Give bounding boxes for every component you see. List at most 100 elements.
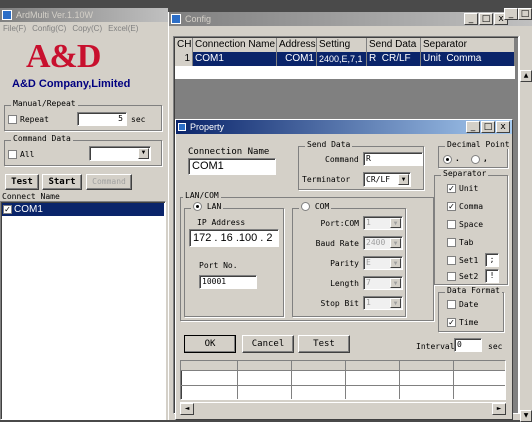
time-checkbox[interactable]: ✓ bbox=[447, 318, 456, 327]
repeat-checkbox[interactable] bbox=[8, 115, 17, 124]
interval-input[interactable]: 0 bbox=[454, 338, 482, 352]
set2-input[interactable]: ! bbox=[485, 269, 499, 283]
preview-col-divider bbox=[237, 361, 238, 399]
chevron-down-icon: ▼ bbox=[138, 148, 149, 159]
connect-name-label: Connect Name bbox=[2, 192, 60, 201]
col-header-connection-name[interactable]: Connection Name bbox=[193, 38, 277, 53]
space-label: Space bbox=[459, 220, 484, 229]
chevron-down-icon: ▼ bbox=[398, 174, 409, 185]
table-row[interactable]: 1 COM1 COM1 2400,E,7,1 R CR/LF Unit Comm… bbox=[175, 52, 515, 67]
connect-name-list[interactable]: ✓ COM1 bbox=[0, 201, 166, 420]
lan-label: LAN bbox=[206, 202, 222, 211]
decimal-dot-label: . bbox=[455, 154, 460, 163]
space-checkbox[interactable] bbox=[447, 220, 456, 229]
minimize-button[interactable]: _ bbox=[464, 13, 478, 25]
scroll-up-icon[interactable]: ▲ bbox=[520, 70, 532, 82]
col-header-ch[interactable]: CH bbox=[175, 38, 193, 53]
set2-checkbox[interactable] bbox=[447, 272, 456, 281]
parity-select[interactable]: E ▼ bbox=[363, 256, 403, 270]
repeat-unit: sec bbox=[131, 115, 146, 124]
terminator-label: Terminator bbox=[302, 175, 351, 184]
port-com-select[interactable]: 1 ▼ bbox=[363, 216, 403, 230]
start-button[interactable]: Start bbox=[42, 174, 82, 190]
maximize-button[interactable]: □ bbox=[481, 121, 495, 133]
logo-mark: A&D bbox=[26, 38, 101, 75]
com-radio[interactable] bbox=[301, 202, 310, 211]
unit-label: Unit bbox=[459, 184, 479, 193]
close-button[interactable]: x bbox=[496, 121, 510, 133]
set1-checkbox[interactable] bbox=[447, 256, 456, 265]
date-checkbox[interactable] bbox=[447, 300, 456, 309]
connect-item-checkbox[interactable]: ✓ bbox=[3, 205, 12, 214]
comma-label: Comma bbox=[459, 202, 484, 211]
cell-setting: 2400,E,7,1 bbox=[317, 52, 367, 67]
preview-col-divider bbox=[399, 361, 400, 399]
set1-label: Set1 bbox=[459, 256, 479, 265]
chevron-down-icon: ▼ bbox=[390, 238, 401, 248]
ok-button[interactable]: OK bbox=[184, 335, 236, 353]
baud-rate-label: Baud Rate bbox=[315, 239, 359, 248]
decimal-point-group: Decimal Point . , bbox=[438, 140, 512, 168]
company-logo: A&D A&D Company,Limited bbox=[12, 38, 162, 94]
length-select[interactable]: 7 ▼ bbox=[363, 276, 403, 290]
scroll-down-icon[interactable]: ▼ bbox=[520, 410, 532, 422]
connect-list-item[interactable]: ✓ COM1 bbox=[2, 203, 164, 216]
menu-copy[interactable]: Copy(C) bbox=[72, 22, 102, 35]
connection-name-input[interactable]: COM1 bbox=[188, 158, 276, 175]
command-select[interactable]: ▼ bbox=[89, 146, 151, 161]
chevron-down-icon: ▼ bbox=[390, 258, 401, 268]
repeat-interval-input[interactable]: 5 bbox=[77, 112, 127, 126]
length-value: 7 bbox=[366, 278, 371, 287]
preview-row-divider bbox=[181, 385, 505, 386]
test-button[interactable]: Test bbox=[298, 335, 350, 353]
separator-label: Separator bbox=[441, 169, 489, 178]
test-button[interactable]: Test bbox=[5, 174, 39, 190]
cancel-button[interactable]: Cancel bbox=[242, 335, 294, 353]
vertical-scrollbar[interactable]: ▲ ▼ bbox=[519, 36, 532, 422]
horizontal-scrollbar[interactable]: ◄ ► bbox=[180, 402, 506, 415]
background-maximize-button[interactable]: □ bbox=[518, 8, 532, 20]
maximize-button[interactable]: □ bbox=[479, 13, 493, 25]
com-group: COM Port:COM 1 ▼ Baud Rate 2400 ▼ Parity E… bbox=[292, 202, 406, 317]
port-no-label: Port No. bbox=[199, 261, 238, 270]
tab-checkbox[interactable] bbox=[447, 238, 456, 247]
chevron-down-icon: ▼ bbox=[390, 218, 401, 228]
time-label: Time bbox=[459, 318, 479, 327]
ip-address-input[interactable]: 172 . 16 .100 . 2 bbox=[189, 229, 279, 247]
cell-connection-name: COM1 bbox=[193, 52, 277, 67]
company-name: A&D Company,Limited bbox=[12, 78, 131, 90]
minimize-button[interactable]: _ bbox=[466, 121, 480, 133]
menu-file[interactable]: File(F) bbox=[3, 22, 26, 35]
main-window-titlebar: ArdMulti Ver.1.10W bbox=[0, 8, 168, 22]
send-data-label: Send Data bbox=[305, 140, 353, 149]
col-header-separator[interactable]: Separator bbox=[421, 38, 515, 53]
command-input[interactable]: R bbox=[363, 152, 423, 166]
col-header-setting[interactable]: Setting bbox=[317, 38, 367, 53]
background-minimize-button[interactable]: _ bbox=[504, 8, 518, 20]
menu-excel[interactable]: Excel(E) bbox=[108, 22, 138, 35]
scroll-right-icon[interactable]: ► bbox=[492, 403, 506, 415]
stop-bit-select[interactable]: 1 ▼ bbox=[363, 296, 403, 310]
port-com-label: Port:COM bbox=[320, 219, 359, 228]
scroll-left-icon[interactable]: ◄ bbox=[180, 403, 194, 415]
comma-checkbox[interactable]: ✓ bbox=[447, 202, 456, 211]
all-checkbox[interactable] bbox=[8, 150, 17, 159]
decimal-dot-radio[interactable] bbox=[443, 155, 452, 164]
set1-input[interactable]: ; bbox=[485, 253, 499, 267]
col-header-send-data[interactable]: Send Data bbox=[367, 38, 421, 53]
interval-unit: sec bbox=[488, 342, 503, 351]
baud-rate-select[interactable]: 2400 ▼ bbox=[363, 236, 403, 250]
command-button[interactable]: Command bbox=[86, 174, 132, 190]
preview-col-divider bbox=[291, 361, 292, 399]
col-header-address[interactable]: Address bbox=[277, 38, 317, 53]
cell-address: COM1 bbox=[277, 52, 317, 67]
lan-radio-legend: LAN bbox=[191, 202, 224, 211]
decimal-comma-radio[interactable] bbox=[471, 155, 480, 164]
baud-rate-value: 2400 bbox=[366, 238, 386, 247]
port-no-input[interactable]: 10001 bbox=[199, 275, 257, 289]
menu-config[interactable]: Config(C) bbox=[32, 22, 66, 35]
terminator-value: CR/LF bbox=[366, 175, 391, 184]
unit-checkbox[interactable]: ✓ bbox=[447, 184, 456, 193]
lan-radio[interactable] bbox=[193, 202, 202, 211]
terminator-select[interactable]: CR/LF ▼ bbox=[363, 172, 411, 187]
